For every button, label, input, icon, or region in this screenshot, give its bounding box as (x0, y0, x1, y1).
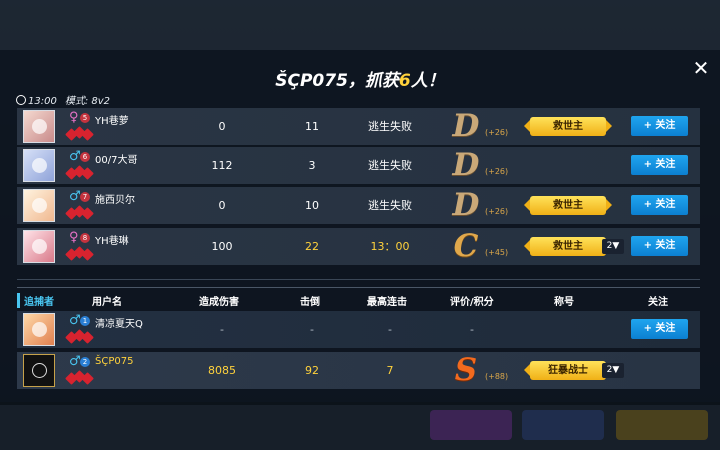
hunter-header: 追捕者 用户名 造成伤害 击倒 最高连击 评价/积分 称号 关注 (17, 287, 700, 308)
match-mode: 模式: 8v2 (64, 96, 111, 107)
close-button[interactable]: ✕ (690, 57, 712, 79)
kills-value: 10 (305, 199, 319, 212)
avatar[interactable] (23, 110, 55, 143)
avatar[interactable] (23, 149, 55, 182)
avatar[interactable] (23, 189, 55, 222)
clock-icon (16, 95, 26, 105)
player-row: ♂ 6 00/7大哥 112 3 逃生失败 D (+26) + 关注 (17, 147, 700, 184)
damage-value: 8085 (208, 364, 236, 377)
player-name: 清凉夏天Q (95, 319, 143, 330)
grade-letter: D (452, 147, 480, 183)
grade-letter: S (454, 352, 478, 388)
header-follow: 关注 (648, 297, 668, 308)
grade-score: (+26) (485, 167, 509, 176)
kills-value: 3 (308, 159, 316, 172)
result-value: 逃生失败 (368, 159, 412, 172)
grade-score: (+26) (485, 207, 509, 216)
female-icon: ♀ (69, 230, 79, 245)
player-name: ŠÇP075 (95, 356, 134, 367)
background-button (616, 410, 708, 440)
level-badge: 6 (80, 152, 90, 162)
honor-badge: 救世主 (524, 237, 612, 256)
kills-value: 22 (305, 240, 319, 253)
player-row: ♀ 5 YH巷萝 0 11 逃生失败 D (+26) 救世主 + 关注 (17, 108, 700, 145)
capture-count: 6 (398, 71, 411, 91)
avatar[interactable] (23, 230, 55, 263)
kills-value: - (310, 323, 314, 336)
level-badge: 1 (80, 316, 90, 326)
result-value: 逃生失败 (368, 199, 412, 212)
match-info: 13:00 模式: 8v2 (16, 92, 110, 107)
kills-value: 92 (305, 364, 319, 377)
combo-value: 7 (386, 364, 394, 377)
follow-button[interactable]: + 关注 (631, 236, 688, 256)
male-icon: ♂ (69, 189, 81, 204)
hunter-row: ♂ 1 清凉夏天Q - - - - + 关注 (17, 311, 700, 348)
header-username: 用户名 (92, 297, 122, 308)
grade-score: (+45) (485, 248, 509, 257)
rose-icon (65, 246, 94, 261)
damage-value: 0 (218, 120, 226, 133)
male-icon: ♂ (69, 354, 81, 369)
follow-button[interactable]: + 关注 (631, 319, 688, 339)
honor-badge: 救世主 (524, 196, 612, 215)
header-honor: 称号 (554, 297, 574, 308)
section-divider (17, 279, 700, 280)
rose-icon (65, 126, 94, 141)
avatar[interactable] (23, 354, 55, 387)
result-title: ŠÇP075，抓获6人！ (275, 71, 445, 91)
honor-count-dropdown[interactable]: 2▼ (602, 363, 624, 378)
damage-value: - (220, 323, 224, 336)
hunter-row: ♂ 2 ŠÇP075 8085 92 7 S (+88) 狂暴战士 2▼ (17, 352, 700, 389)
player-row: ♂ 7 施西贝尔 0 10 逃生失败 D (+26) 救世主 + 关注 (17, 187, 700, 224)
grade-score: - (470, 323, 474, 336)
player-name: YH巷萝 (95, 116, 129, 127)
rose-icon (65, 165, 94, 180)
female-icon: ♀ (69, 110, 79, 125)
background-button (430, 410, 512, 440)
male-icon: ♂ (69, 313, 81, 328)
header-damage: 造成伤害 (199, 297, 239, 308)
level-badge: 7 (80, 192, 90, 202)
level-badge: 8 (80, 233, 90, 243)
player-name: 施西贝尔 (95, 195, 135, 206)
grade-letter: C (453, 228, 479, 264)
player-name: 00/7大哥 (95, 155, 138, 166)
result-value: 逃生失败 (368, 120, 412, 133)
background-bottom-bar (0, 405, 720, 450)
honor-count-dropdown[interactable]: 2▼ (602, 239, 624, 254)
match-time: 13:00 (28, 96, 57, 107)
grade-letter: D (452, 187, 480, 223)
background-top-bar (0, 0, 720, 50)
level-badge: 2 (80, 357, 90, 367)
header-kills: 击倒 (300, 297, 320, 308)
player-row: ♀ 8 YH巷琳 100 22 13：00 C (+45) 救世主 2▼ + 关… (17, 228, 700, 265)
rose-icon (65, 370, 94, 385)
follow-button[interactable]: + 关注 (631, 116, 688, 136)
grade-letter: D (452, 108, 480, 144)
male-icon: ♂ (69, 149, 81, 164)
follow-button[interactable]: + 关注 (631, 155, 688, 175)
honor-badge: 救世主 (524, 117, 612, 136)
grade-score: (+26) (485, 128, 509, 137)
header-role: 追捕者 (17, 293, 54, 308)
header-combo: 最高连击 (367, 297, 407, 308)
follow-button[interactable]: + 关注 (631, 195, 688, 215)
result-value: 13：00 (370, 240, 410, 253)
grade-score: (+88) (485, 372, 509, 381)
damage-value: 0 (218, 199, 226, 212)
damage-value: 100 (211, 240, 233, 253)
background-button (522, 410, 604, 440)
header-rating: 评价/积分 (450, 297, 494, 308)
player-name: YH巷琳 (95, 236, 129, 247)
honor-badge: 狂暴战士 (524, 361, 612, 380)
avatar[interactable] (23, 313, 55, 346)
damage-value: 112 (211, 159, 233, 172)
kills-value: 11 (305, 120, 319, 133)
combo-value: - (388, 323, 392, 336)
rose-icon (65, 205, 94, 220)
rose-icon (65, 329, 94, 344)
level-badge: 5 (80, 113, 90, 123)
